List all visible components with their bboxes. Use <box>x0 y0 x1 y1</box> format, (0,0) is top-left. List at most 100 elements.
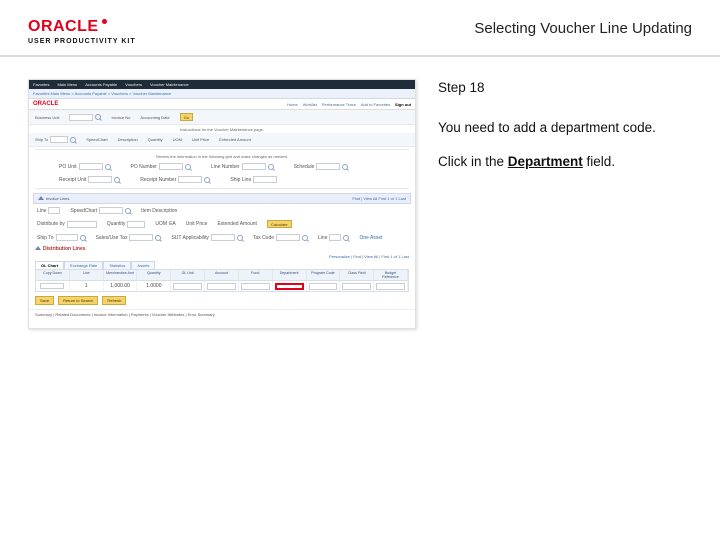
invoice-lines-title: Invoice Lines <box>46 196 69 201</box>
receipt-number-input[interactable] <box>178 176 202 183</box>
ship-line-input[interactable] <box>253 176 277 183</box>
ext-amount-label: Extended Amount <box>219 137 251 142</box>
speedchart-label: SpeedChart <box>70 208 97 214</box>
receipt-unit-input[interactable] <box>88 176 112 183</box>
department-field[interactable] <box>275 283 304 290</box>
sut-applicability-label: SUT Applicability <box>171 235 208 241</box>
cell-account[interactable] <box>205 281 239 291</box>
uom-label: UOM <box>173 137 182 142</box>
expand-icon[interactable] <box>38 196 44 200</box>
lookup-icon[interactable] <box>204 177 210 183</box>
distribution-tabs: GL Chart Exchange Rate Statistics Assets <box>29 261 415 269</box>
win-tab: Main Menu <box>57 82 77 87</box>
quantity-input[interactable] <box>127 221 145 228</box>
tab-assets[interactable]: Assets <box>131 261 155 269</box>
win-tab: Accounts Payable <box>85 82 117 87</box>
top-link[interactable]: Sign out <box>395 102 411 107</box>
po-unit-input[interactable] <box>79 163 103 170</box>
instruction-note: Instructions for the Voucher Maintenance… <box>29 125 415 133</box>
lookup-icon[interactable] <box>185 164 191 170</box>
line-number-label: Line Number <box>211 164 240 170</box>
line-input[interactable] <box>329 234 341 241</box>
quantity-label: Quantity <box>107 221 126 227</box>
tab-exchange-rate[interactable]: Exchange Rate <box>64 261 103 269</box>
one-asset-link[interactable]: One Asset <box>359 235 382 241</box>
grid-nav[interactable]: Find | View All First 1 of 1 Last <box>352 196 406 201</box>
cell-merch-amt: 1,000.00 <box>104 281 138 291</box>
shipto-input[interactable] <box>56 234 78 241</box>
col-copy-down: Copy Down <box>36 270 70 280</box>
lookup-icon[interactable] <box>155 235 161 241</box>
col-account: Account <box>205 270 239 280</box>
lookup-icon[interactable] <box>125 208 131 214</box>
invoice-lines-bar: Invoice Lines Find | View All First 1 of… <box>33 193 411 204</box>
go-button[interactable]: Go <box>180 113 193 121</box>
lookup-icon[interactable] <box>95 114 101 120</box>
tab-gl-chart[interactable]: GL Chart <box>35 261 64 269</box>
sales-use-tax-input[interactable] <box>129 234 153 241</box>
tax-code-input[interactable] <box>276 234 300 241</box>
sales-use-tax-label: Sales/Use Tax <box>96 235 128 241</box>
win-tab: Vouchers <box>125 82 142 87</box>
tab-statistics[interactable]: Statistics <box>103 261 131 269</box>
calculate-button[interactable]: Calculate <box>267 220 292 228</box>
col-class-field: Class Field <box>340 270 374 280</box>
lookup-icon[interactable] <box>114 177 120 183</box>
sut-applicability-input[interactable] <box>211 234 235 241</box>
tax-code-label: Tax Code <box>253 235 274 241</box>
top-link[interactable]: Performance Trace <box>322 102 356 107</box>
win-tab: Favorites <box>33 82 49 87</box>
lookup-icon[interactable] <box>237 235 243 241</box>
lookup-icon[interactable] <box>342 164 348 170</box>
expand-icon[interactable] <box>35 246 41 250</box>
speedchart-input[interactable] <box>99 207 123 214</box>
line-number-input[interactable] <box>242 163 266 170</box>
col-fund: Fund <box>239 270 273 280</box>
line-input[interactable] <box>48 207 60 214</box>
ext-amt-label: Extended Amount <box>217 221 256 227</box>
po-number-label: PO Number <box>131 164 157 170</box>
top-link[interactable]: Home <box>287 102 298 107</box>
col-line: Line <box>70 270 104 280</box>
lookup-icon[interactable] <box>105 164 111 170</box>
business-unit-input[interactable] <box>69 114 93 121</box>
cell-class-field[interactable] <box>340 281 374 291</box>
lookup-icon[interactable] <box>343 235 349 241</box>
cell-line: 1 <box>70 281 104 291</box>
lookup-icon[interactable] <box>70 137 76 143</box>
save-button[interactable]: Save <box>35 296 54 305</box>
distribute-by-input[interactable] <box>67 221 97 228</box>
oracle-logo: ORACLE <box>28 18 99 36</box>
unit-price-label: Unit Price <box>186 221 208 227</box>
return-to-search-button[interactable]: Return to Search <box>58 296 98 305</box>
cell-department[interactable] <box>273 281 307 291</box>
page-header: ORACLE USER PRODUCTIVITY KIT Selecting V… <box>0 0 720 57</box>
instruction-panel: Step 18 You need to add a department cod… <box>438 79 692 329</box>
cell-copy-down[interactable] <box>36 281 70 291</box>
screenshot-container: Favorites Main Menu Accounts Payable Vou… <box>28 79 416 329</box>
brand-block: ORACLE USER PRODUCTIVITY KIT <box>28 18 136 45</box>
grid-toolbar-links[interactable]: Personalize | Find | View All | First 1 … <box>29 254 415 261</box>
cell-fund[interactable] <box>239 281 273 291</box>
top-link[interactable]: Worklist <box>303 102 317 107</box>
receipt-unit-label: Receipt Unit <box>59 177 86 183</box>
cell-budget-ref[interactable] <box>374 281 408 291</box>
cell-gl-unit[interactable] <box>171 281 205 291</box>
item-description-label: Item Description <box>141 208 177 214</box>
col-budget-ref: Budget Reference <box>374 270 408 280</box>
unit-price-label: Unit Price <box>192 137 209 142</box>
footer-links[interactable]: Summary | Related Documents | Invoice In… <box>29 309 415 321</box>
lookup-icon[interactable] <box>80 235 86 241</box>
schedule-input[interactable] <box>316 163 340 170</box>
top-link[interactable]: Add to Favorites <box>361 102 390 107</box>
uom-label: UOM <box>155 221 167 227</box>
lookup-icon[interactable] <box>268 164 274 170</box>
description-label: Description <box>118 137 138 142</box>
lookup-icon[interactable] <box>302 235 308 241</box>
po-unit-label: PO Unit <box>59 164 77 170</box>
po-number-input[interactable] <box>159 163 183 170</box>
refresh-button[interactable]: Refresh <box>102 296 126 305</box>
accounting-date-label: Accounting Date <box>140 115 169 120</box>
shipto-input[interactable] <box>50 136 68 143</box>
cell-program-code[interactable] <box>307 281 341 291</box>
